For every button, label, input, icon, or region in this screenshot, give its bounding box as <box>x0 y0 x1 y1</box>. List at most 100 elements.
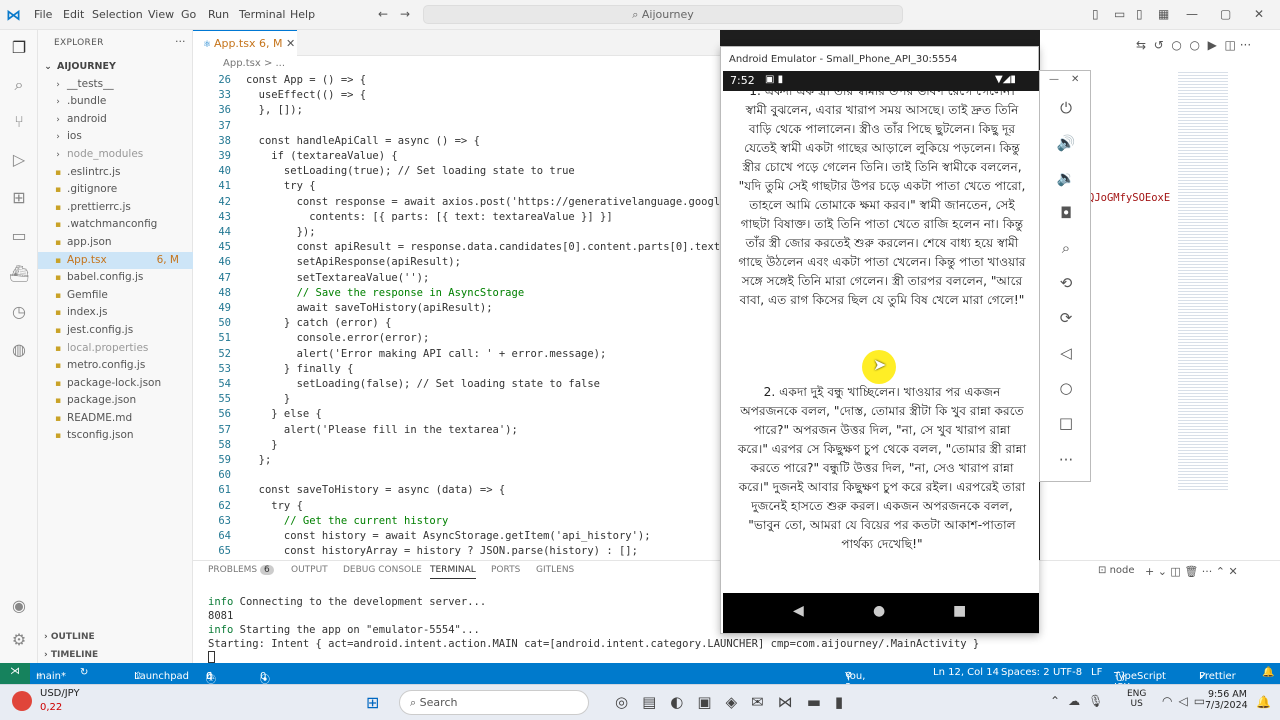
tree-item[interactable]: ▪ local.properties <box>38 340 193 358</box>
menu-view[interactable]: View <box>148 8 174 21</box>
menu-help[interactable]: Help <box>290 8 315 21</box>
tree-item[interactable]: ▪ index.js <box>38 304 193 322</box>
chevron-up-icon[interactable]: ⌃ <box>1050 694 1068 708</box>
rotate-left-icon[interactable]: ⟲ <box>1056 274 1076 294</box>
code-line[interactable]: }, []); <box>246 104 303 116</box>
menu-terminal[interactable]: Terminal <box>239 8 286 21</box>
tree-item[interactable]: ▪ Gemfile <box>38 287 193 305</box>
tree-item[interactable]: ▪ .prettierrc.js <box>38 199 193 217</box>
tree-item[interactable]: ▪ tsconfig.json <box>38 427 193 445</box>
command-center[interactable]: ⌕ Aijourney <box>423 5 903 24</box>
store-icon[interactable]: ▣ <box>697 693 725 711</box>
sync-icon[interactable]: ↻ <box>80 667 88 678</box>
menu-selection[interactable]: Selection <box>92 8 143 21</box>
home-icon[interactable]: ○ <box>1056 379 1076 399</box>
code-line[interactable]: contents: [{ parts: [{ text: textareaVal… <box>246 211 612 223</box>
onedrive-icon[interactable]: ☁ <box>1068 694 1088 708</box>
tree-item[interactable]: ▪ .watchmanconfig <box>38 216 193 234</box>
tree-item[interactable]: ▪ package-lock.json <box>38 375 193 393</box>
code-editor[interactable]: ⚛ App.tsx 6, M ✕ App.tsx > ... 26 const A… <box>193 30 733 560</box>
code-line[interactable]: alert('Error making API call: ' + error.… <box>246 348 607 360</box>
remote-explorer-icon[interactable]: ▭ <box>9 226 29 246</box>
code-line[interactable]: const saveToHistory = async (data) => { <box>246 484 506 496</box>
terminal-icon[interactable]: ▬ <box>807 693 835 711</box>
tree-item[interactable]: ▪ App.tsx 6, M <box>38 251 193 270</box>
cursor-position[interactable]: Ln 12, Col 14 <box>933 667 999 678</box>
code-line[interactable]: setLoading(false); // Set loading state … <box>246 378 600 390</box>
menu-run[interactable]: Run <box>208 8 229 21</box>
breadcrumb[interactable]: App.tsx > ... <box>223 58 285 69</box>
back-nav-icon[interactable]: ◀ <box>793 603 804 619</box>
compare-icon[interactable]: ⇆ <box>1136 38 1146 52</box>
run-icon[interactable]: ▶ <box>1208 38 1217 52</box>
circle-icon[interactable]: ○ <box>1190 38 1200 52</box>
encoding[interactable]: UTF-8 <box>1053 667 1082 678</box>
code-line[interactable]: try { <box>246 500 303 512</box>
revert-icon[interactable]: ↺ <box>1154 38 1164 52</box>
code-line[interactable]: try { <box>246 180 316 192</box>
volume-up-icon[interactable]: 🔊 <box>1056 134 1076 154</box>
maximize-icon[interactable]: ▢ <box>1220 7 1231 21</box>
tab-ports[interactable]: PORTS <box>491 565 520 575</box>
docker-icon[interactable]: ⛴ <box>9 264 29 284</box>
close-icon[interactable]: ✕ <box>1254 7 1264 21</box>
minimize-icon[interactable]: — <box>1186 7 1198 21</box>
language-indicator[interactable]: ENG US <box>1127 689 1146 709</box>
minimize-icon[interactable]: — <box>1049 74 1059 85</box>
tree-item[interactable]: ▪ README.md <box>38 410 193 428</box>
more-actions-icon[interactable]: ··· <box>175 35 186 48</box>
notifications-icon[interactable]: 🔔 <box>1262 667 1274 678</box>
timeline-icon[interactable]: ◷ <box>9 302 29 322</box>
customize-layout-icon[interactable]: ▦ <box>1158 7 1169 21</box>
end-of-line[interactable]: LF <box>1091 667 1102 678</box>
edge-icon[interactable]: ◐ <box>670 693 697 711</box>
code-line[interactable]: alert('Please fill in the textarea'); <box>246 424 518 436</box>
quick-settings[interactable]: ◠◁▭ <box>1162 694 1211 708</box>
forward-arrow-icon[interactable]: → <box>400 7 410 21</box>
code-line[interactable]: console.error(error); <box>246 332 430 344</box>
microphone-icon[interactable]: 🎙 <box>1088 694 1111 708</box>
vscode-icon[interactable]: ⋈ <box>778 693 807 711</box>
back-arrow-icon[interactable]: ← <box>378 7 388 21</box>
code-line[interactable]: setApiResponse(apiResult); <box>246 256 461 268</box>
tree-item[interactable]: ▪ babel.config.js <box>38 269 193 287</box>
tab-output[interactable]: OUTPUT <box>291 565 328 575</box>
code-line[interactable]: const App = () => { <box>246 74 366 86</box>
code-line[interactable]: // Get the current history <box>246 515 448 527</box>
chat-icon[interactable]: ◎ <box>615 693 642 711</box>
home-nav-icon[interactable]: ● <box>873 603 885 619</box>
camera-icon[interactable]: ◘ <box>1056 204 1076 224</box>
workspace-root[interactable]: ⌄ AIJOURNEY <box>38 58 193 76</box>
tree-item[interactable]: › __tests__ <box>38 76 193 94</box>
code-line[interactable]: if (textareaValue) { <box>246 150 397 162</box>
code-line[interactable]: setLoading(true); // Set loading state t… <box>246 165 575 177</box>
more-actions-icon[interactable]: ··· <box>1240 38 1251 52</box>
power-icon[interactable]: ⏻ <box>1056 99 1076 119</box>
code-line[interactable]: await saveToHistory(apiResult); <box>246 302 493 314</box>
account-icon[interactable]: ◉ <box>9 596 29 616</box>
code-line[interactable]: const historyArray = history ? JSON.pars… <box>246 545 638 557</box>
menu-file[interactable]: File <box>34 8 52 21</box>
split-editor-icon[interactable]: ◫ <box>1225 38 1236 52</box>
code-line[interactable]: } <box>246 439 277 451</box>
tree-item[interactable]: ▪ app.json <box>38 234 193 252</box>
notification-bell-icon[interactable]: 🔔 <box>1256 695 1271 709</box>
recents-nav-icon[interactable]: ■ <box>953 603 966 619</box>
file-explorer-icon[interactable]: ▤ <box>642 693 670 711</box>
code-line[interactable]: }); <box>246 226 316 238</box>
code-line[interactable]: } <box>246 393 290 405</box>
code-line[interactable]: // Save the response in AsyncStorage <box>246 287 525 299</box>
tree-item[interactable]: ▪ package.json <box>38 392 193 410</box>
code-line[interactable]: const apiResult = response.data.candidat… <box>246 241 727 253</box>
code-line[interactable]: setTextareaValue(''); <box>246 272 430 284</box>
close-icon[interactable]: ✕ <box>1071 74 1079 85</box>
app-content[interactable]: 1. একদা এক স্ত্রী তার স্বামীর উপর ভীষণ র… <box>723 91 1039 593</box>
minimap[interactable] <box>1178 70 1228 490</box>
tree-item[interactable]: ▪ .gitignore <box>38 181 193 199</box>
volume-down-icon[interactable]: 🔉 <box>1056 169 1076 189</box>
tab-terminal[interactable]: TERMINAL <box>430 565 476 579</box>
circle-icon[interactable]: ○ <box>1171 38 1181 52</box>
toggle-panel-icon[interactable]: ▭ <box>1114 7 1125 21</box>
photos-icon[interactable]: ◈ <box>726 693 752 711</box>
tree-item[interactable]: › android <box>38 111 193 129</box>
